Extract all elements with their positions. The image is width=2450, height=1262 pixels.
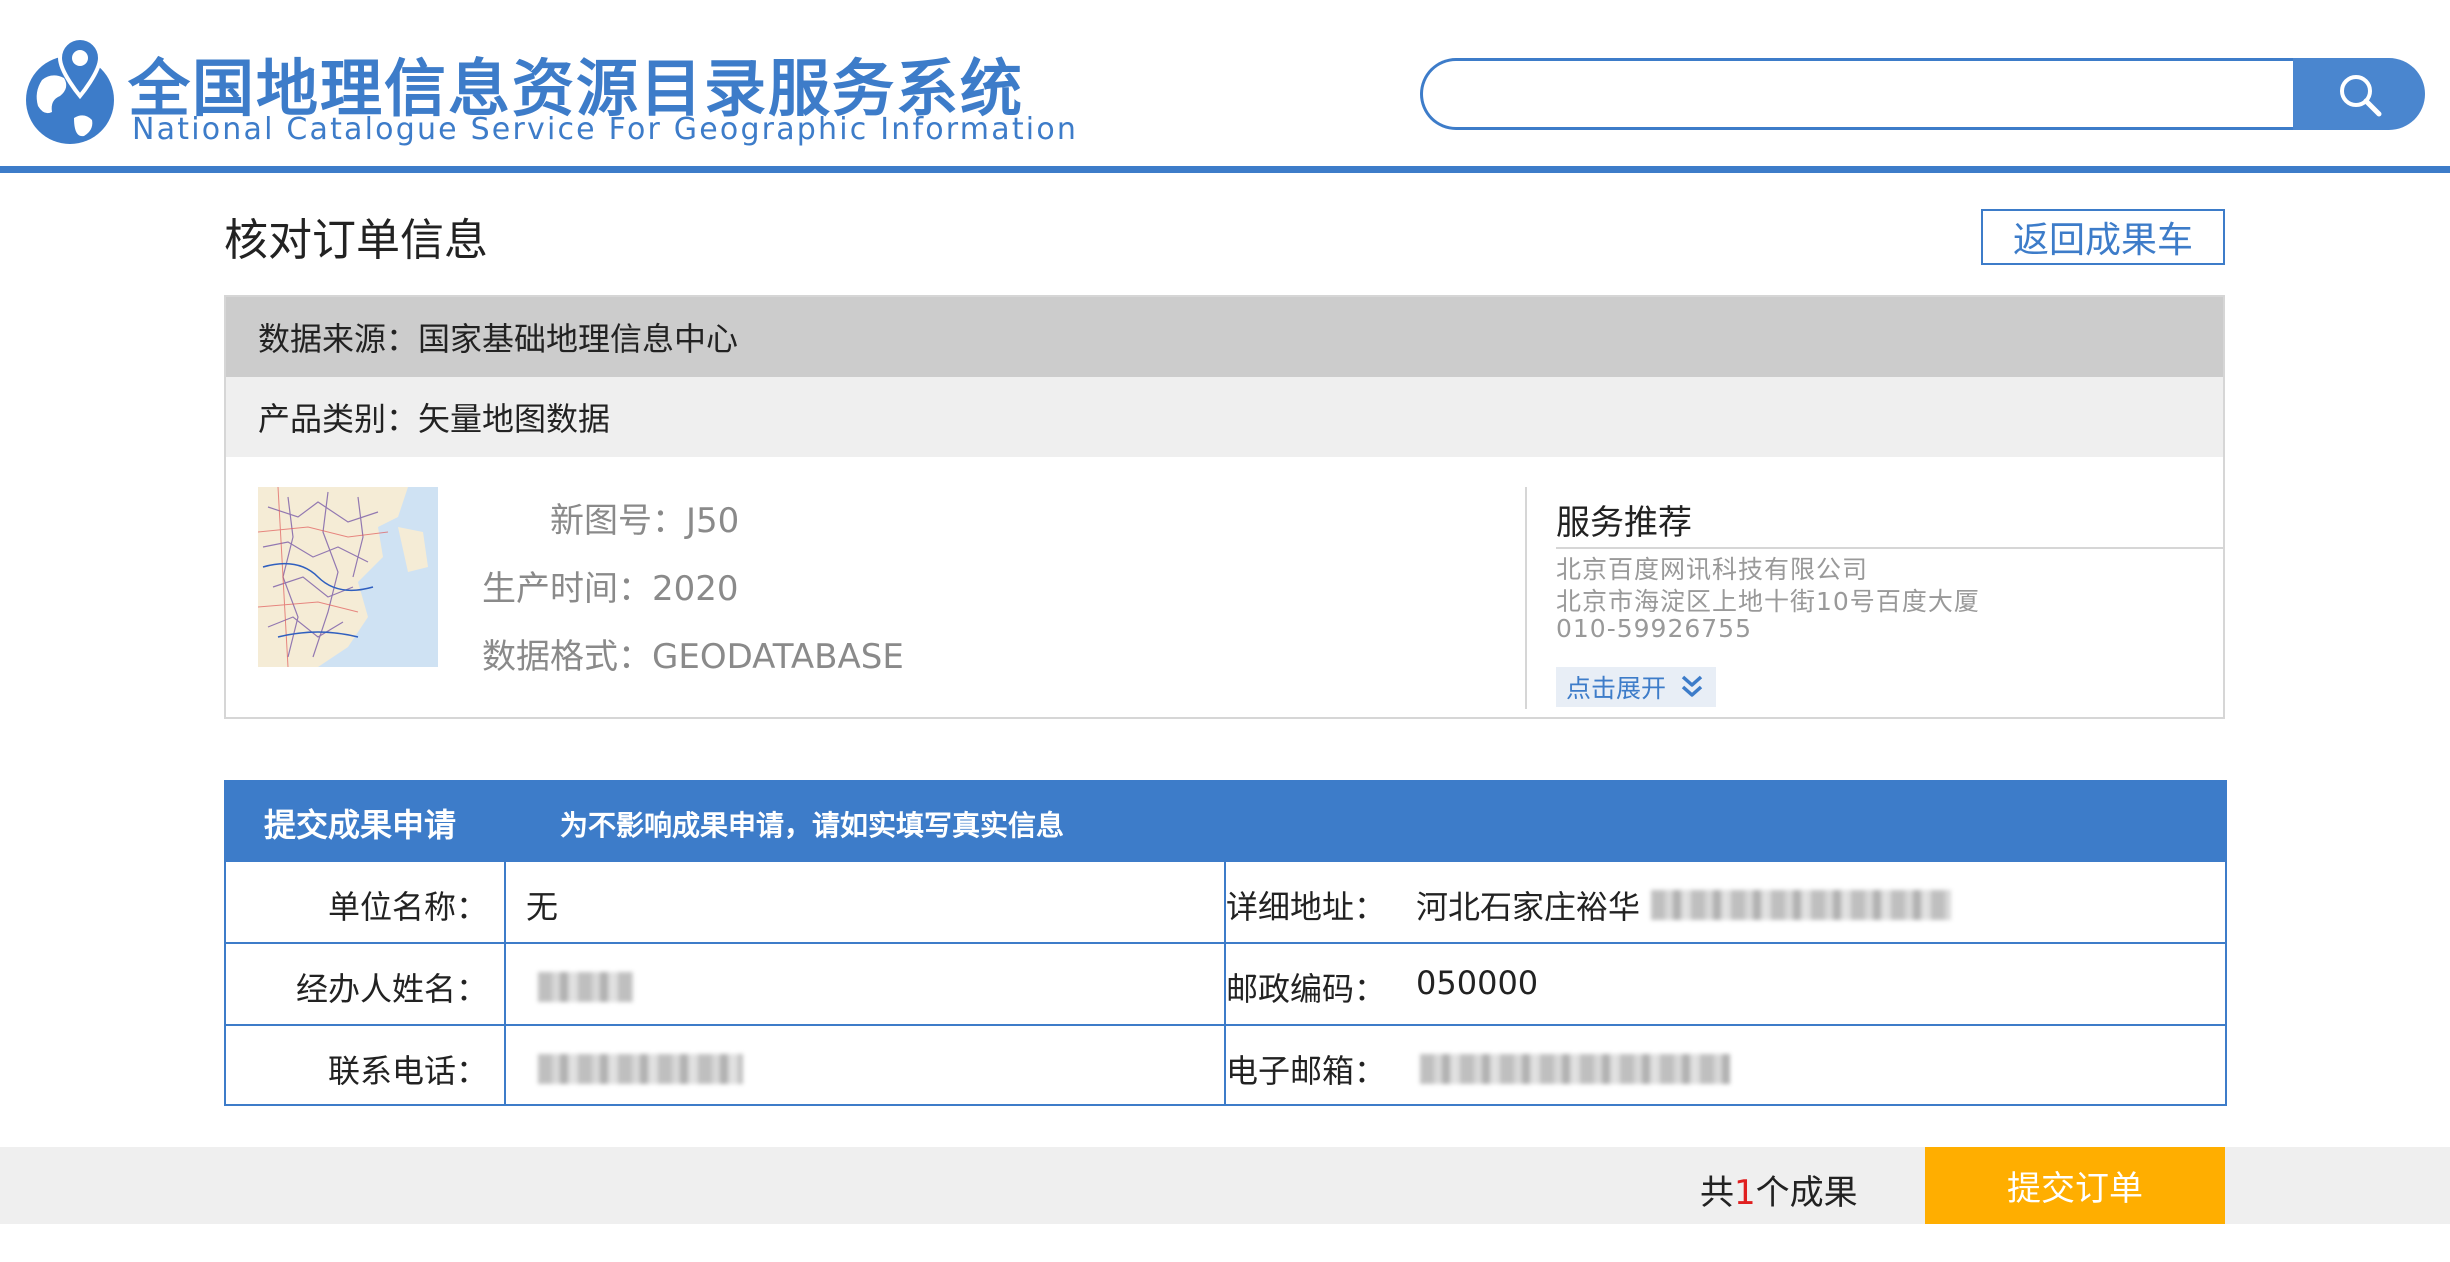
page-title: 核对订单信息 bbox=[224, 215, 488, 266]
map-number-field: 新图号：J50 bbox=[516, 493, 739, 542]
phone-label: 联系电话： bbox=[327, 1052, 488, 1090]
handler-name-redacted bbox=[538, 972, 633, 1002]
data-format-field: 数据格式：GEODATABASE bbox=[480, 629, 904, 678]
result-count-suffix: 个成果 bbox=[1755, 1173, 1858, 1213]
email-label: 电子邮箱： bbox=[1226, 1052, 1387, 1090]
email-redacted bbox=[1420, 1054, 1730, 1084]
service-divider bbox=[1556, 547, 2225, 549]
apply-form-grid: 单位名称： 无 详细地址： 河北石家庄裕华 经办人姓名： 邮政编码： 05000… bbox=[224, 860, 2227, 1106]
production-time-field: 生产时间：2020 bbox=[480, 561, 739, 610]
phone-redacted bbox=[538, 1054, 743, 1084]
search-button[interactable] bbox=[2293, 58, 2425, 130]
apply-form-title: 提交成果申请 bbox=[264, 806, 457, 844]
data-format-label: 数据格式： bbox=[482, 637, 652, 677]
product-category-row: 产品类别： 矢量地图数据 bbox=[226, 377, 2223, 457]
map-thumbnail[interactable] bbox=[258, 487, 438, 667]
data-source-row: 数据来源： 国家基础地理信息中心 bbox=[226, 297, 2223, 377]
product-category-value: 矢量地图数据 bbox=[418, 400, 611, 438]
postcode-value[interactable]: 050000 bbox=[1416, 964, 1538, 1002]
service-phone: 010-59926755 bbox=[1556, 614, 1752, 643]
logo-title-en: National Catalogue Service For Geographi… bbox=[132, 112, 1079, 147]
production-time-value: 2020 bbox=[652, 569, 739, 609]
address-label: 详细地址： bbox=[1226, 888, 1387, 926]
submit-order-button[interactable]: 提交订单 bbox=[1925, 1147, 2225, 1224]
data-source-label: 数据来源： bbox=[258, 320, 419, 358]
double-chevron-down-icon bbox=[1681, 675, 1703, 697]
result-count-prefix: 共 bbox=[1700, 1173, 1734, 1213]
expand-button[interactable]: 点击展开 bbox=[1556, 667, 1716, 707]
map-number-value: J50 bbox=[686, 501, 740, 541]
address-value[interactable]: 河北石家庄裕华 bbox=[1416, 882, 1951, 928]
order-footer-bar: 共1个成果 提交订单 bbox=[0, 1147, 2450, 1224]
email-value[interactable] bbox=[1416, 1046, 1916, 1086]
back-to-cart-button[interactable]: 返回成果车 bbox=[1981, 209, 2225, 265]
order-card: 数据来源： 国家基础地理信息中心 产品类别： 矢量地图数据 新图号：J50 生产… bbox=[224, 295, 2225, 719]
handler-name-value[interactable] bbox=[526, 964, 926, 1004]
grid-line bbox=[504, 862, 506, 1104]
expand-label: 点击展开 bbox=[1566, 674, 1667, 703]
address-redacted bbox=[1651, 890, 1951, 920]
service-recommend-title: 服务推荐 bbox=[1556, 503, 1692, 543]
postcode-label: 邮政编码： bbox=[1226, 970, 1387, 1008]
map-number-label: 新图号： bbox=[550, 501, 686, 541]
production-time-label: 生产时间： bbox=[482, 569, 652, 609]
top-header: 全国地理信息资源目录服务系统 National Catalogue Servic… bbox=[0, 0, 2450, 168]
phone-value[interactable] bbox=[526, 1046, 926, 1086]
apply-form-header: 提交成果申请 为不影响成果申请，请如实填写真实信息 bbox=[224, 780, 2227, 860]
logo-globe-icon bbox=[22, 34, 122, 150]
card-divider bbox=[1525, 487, 1527, 709]
handler-name-label: 经办人姓名： bbox=[295, 970, 488, 1008]
service-company: 北京百度网讯科技有限公司 bbox=[1556, 555, 1869, 584]
apply-form: 提交成果申请 为不影响成果申请，请如实填写真实信息 单位名称： 无 详细地址： … bbox=[224, 780, 2227, 1106]
search-input[interactable] bbox=[1420, 58, 2296, 130]
data-source-value: 国家基础地理信息中心 bbox=[418, 320, 739, 358]
header-divider bbox=[0, 166, 2450, 173]
org-name-label: 单位名称： bbox=[327, 888, 488, 926]
org-name-value[interactable]: 无 bbox=[526, 882, 558, 928]
service-address: 北京市海淀区上地十街10号百度大厦 bbox=[1556, 587, 1980, 616]
data-format-value: GEODATABASE bbox=[652, 637, 904, 677]
apply-form-note: 为不影响成果申请，请如实填写真实信息 bbox=[560, 809, 1065, 842]
result-count-number: 1 bbox=[1734, 1173, 1756, 1213]
address-visible-text: 河北石家庄裕华 bbox=[1416, 888, 1641, 926]
product-category-label: 产品类别： bbox=[258, 400, 419, 438]
result-count: 共1个成果 bbox=[1700, 1165, 1858, 1214]
search-icon bbox=[2340, 75, 2382, 117]
